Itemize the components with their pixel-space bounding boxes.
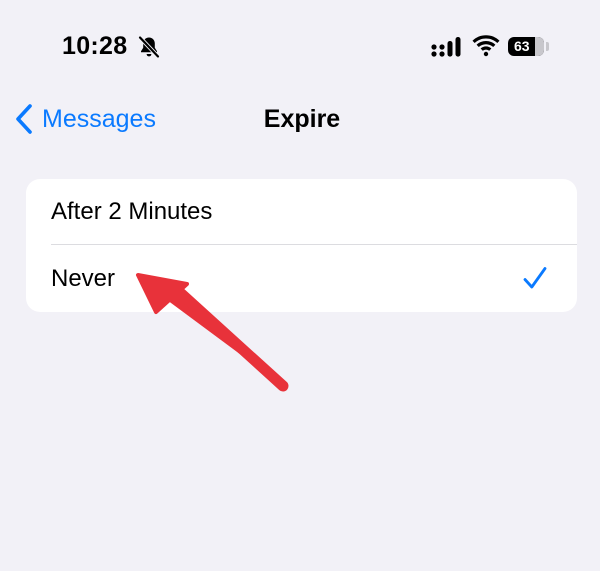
expire-options-list: After 2 Minutes Never: [26, 179, 577, 312]
battery-icon: 63: [508, 37, 544, 56]
option-label: After 2 Minutes: [51, 198, 213, 225]
battery-empty-portion: [535, 37, 544, 56]
signal-icon: [431, 37, 461, 57]
screen: 10:28 63 Messages Expire After 2 Minutes…: [0, 0, 600, 571]
battery-tip: [546, 42, 549, 51]
page-title: Expire: [263, 105, 341, 133]
option-after-2-minutes[interactable]: After 2 Minutes: [26, 179, 577, 245]
option-never[interactable]: Never: [26, 245, 577, 312]
option-label: Never: [51, 264, 116, 292]
navigation-bar: Messages Expire: [0, 95, 600, 145]
checkmark-icon: [523, 267, 547, 289]
bell-slash-icon: [138, 36, 160, 58]
wifi-icon: [472, 35, 500, 57]
battery-level: 63: [514, 38, 530, 54]
status-bar: 10:28 63: [0, 0, 600, 95]
status-time: 10:28: [62, 32, 128, 60]
